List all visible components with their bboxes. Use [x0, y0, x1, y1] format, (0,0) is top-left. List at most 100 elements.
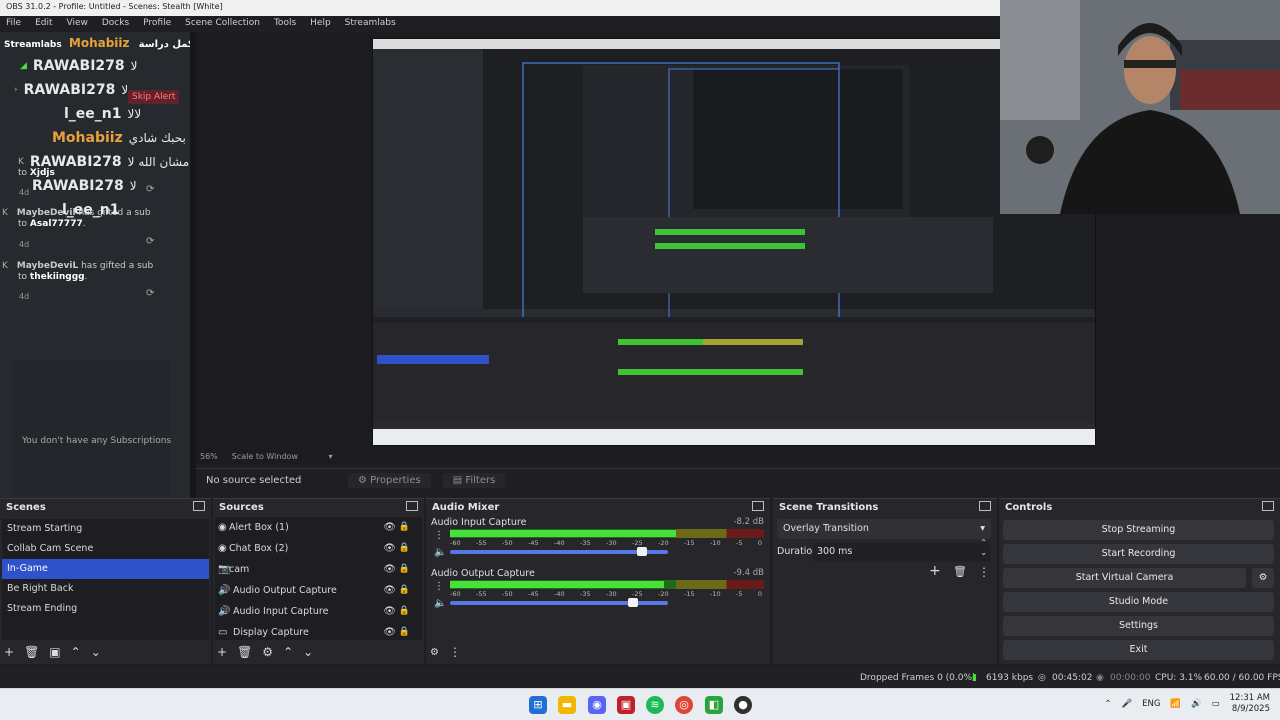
add-icon[interactable]: +	[929, 563, 941, 579]
chevron-up-icon[interactable]: ⌃	[71, 645, 81, 659]
start-recording-button[interactable]: Start Recording	[1003, 544, 1274, 564]
gear-icon[interactable]: ⚙	[262, 645, 273, 659]
menu-tools[interactable]: Tools	[274, 18, 296, 30]
display-capture-preview[interactable]	[372, 38, 1096, 446]
scene-item[interactable]: Collab Cam Scene	[2, 539, 209, 559]
volume-knob[interactable]	[636, 547, 647, 556]
spotify-icon[interactable]: ≋	[646, 696, 664, 714]
meter-tick-label: -55	[476, 539, 487, 547]
eye-icon[interactable]: 👁	[383, 601, 396, 622]
volume-slider[interactable]	[450, 598, 668, 607]
volume-icon[interactable]: 🔊	[1191, 699, 1202, 709]
battery-icon[interactable]: ▭	[1212, 699, 1220, 709]
audio-mixer-dock: Audio Mixer Audio Input Capture -8.2 dB …	[426, 498, 770, 664]
start-virtual-camera-button[interactable]: Start Virtual Camera	[1003, 568, 1246, 588]
scene-item[interactable]: Be Right Back	[2, 579, 209, 599]
scene-item[interactable]: Stream Starting	[2, 519, 209, 539]
chevron-up-icon[interactable]: ⌃	[283, 645, 293, 659]
source-item[interactable]: 🔊 Audio Output Capture 👁 🔒	[215, 580, 422, 601]
exit-button[interactable]: Exit	[1003, 640, 1274, 660]
eye-icon[interactable]: 👁	[383, 622, 396, 643]
properties-button[interactable]: ⚙ Properties	[348, 473, 431, 488]
app-icon[interactable]: ▣	[617, 696, 635, 714]
wifi-icon[interactable]: 📶	[1170, 699, 1181, 709]
chrome-icon[interactable]: ◎	[675, 696, 693, 714]
clock[interactable]: 12:31 AM 8/9/2025	[1230, 693, 1270, 715]
settings-button[interactable]: Settings	[1003, 616, 1274, 636]
scale-mode-select[interactable]: Scale to Window ▾	[232, 452, 333, 461]
obs-icon[interactable]: ●	[734, 696, 752, 714]
kebab-menu-icon[interactable]: ⋮	[434, 530, 444, 541]
replay-icon[interactable]: ⟳	[146, 236, 154, 247]
volume-knob[interactable]	[628, 598, 639, 607]
lock-icon[interactable]: 🔒	[399, 580, 410, 601]
dock-undock-icon[interactable]	[193, 501, 205, 511]
eye-icon[interactable]: 👁	[383, 538, 396, 559]
speaker-icon[interactable]: 🔈	[434, 598, 446, 609]
eye-icon[interactable]: 👁	[383, 517, 396, 538]
transition-select[interactable]: Overlay Transition ▾	[777, 519, 991, 539]
dock-undock-icon[interactable]	[752, 501, 764, 511]
chat-line: › RAWABI278 لا	[14, 82, 128, 98]
menu-streamlabs[interactable]: Streamlabs	[345, 18, 396, 30]
dock-undock-icon[interactable]	[979, 501, 991, 511]
source-item[interactable]: ▭ Display Capture 👁 🔒	[215, 622, 422, 643]
streamlabs-icon[interactable]: ◧	[705, 696, 723, 714]
preview-zoom-bar: 56% Scale to Window ▾	[200, 452, 333, 461]
add-icon[interactable]: +	[4, 645, 14, 659]
studio-mode-button[interactable]: Studio Mode	[1003, 592, 1274, 612]
skip-alert-button[interactable]: Skip Alert	[128, 90, 180, 104]
trash-icon[interactable]: 🗑	[24, 645, 39, 659]
source-item[interactable]: 🔊 Audio Input Capture 👁 🔒	[215, 601, 422, 622]
menu-docks[interactable]: Docks	[102, 18, 129, 30]
menu-view[interactable]: View	[67, 18, 88, 30]
lock-icon[interactable]: 🔒	[399, 601, 410, 622]
source-item[interactable]: ◉ Chat Box (2) 👁 🔒	[215, 538, 422, 559]
chevron-down-icon[interactable]: ⌄	[303, 645, 313, 659]
discord-icon[interactable]: ◉	[588, 696, 606, 714]
add-icon[interactable]: +	[217, 645, 227, 659]
chevron-up-icon[interactable]: ⌃	[1104, 699, 1111, 709]
menu-scene-collection[interactable]: Scene Collection	[185, 18, 260, 30]
chat-message: مشان الله لا	[127, 155, 190, 169]
virtual-camera-settings-button[interactable]: ⚙	[1252, 568, 1274, 588]
source-item[interactable]: ◉ Alert Box (1) 👁 🔒	[215, 517, 422, 538]
scene-item-active[interactable]: In-Game	[2, 559, 209, 579]
scene-item[interactable]: Stream Ending	[2, 599, 209, 619]
menu-profile[interactable]: Profile	[143, 18, 171, 30]
kebab-menu-icon[interactable]: ⋮	[449, 645, 461, 659]
lock-icon[interactable]: 🔒	[399, 517, 410, 538]
windows-start-icon[interactable]: ⊞	[529, 696, 547, 714]
kebab-menu-icon[interactable]: ⋮	[434, 581, 444, 592]
filter-icon[interactable]: ▣	[49, 645, 60, 659]
menu-file[interactable]: File	[6, 18, 21, 30]
replay-icon[interactable]: ⟳	[146, 288, 154, 299]
chevron-right-icon[interactable]: ›	[14, 85, 18, 95]
file-explorer-icon[interactable]: ▬	[558, 696, 576, 714]
lock-icon[interactable]: 🔒	[399, 622, 410, 643]
chevron-down-icon[interactable]: ⌄	[91, 645, 101, 659]
volume-slider[interactable]	[450, 547, 668, 556]
microphone-icon[interactable]: 🎤	[1122, 699, 1133, 709]
replay-icon[interactable]: ⟳	[146, 184, 154, 195]
spinner-icon[interactable]: ⌃ ⌄	[980, 538, 987, 558]
menu-edit[interactable]: Edit	[35, 18, 52, 30]
eye-icon[interactable]: 👁	[383, 580, 396, 601]
dock-undock-icon[interactable]	[406, 501, 418, 511]
filters-button[interactable]: ▤ Filters	[442, 473, 506, 488]
trash-icon[interactable]: 🗑	[953, 565, 967, 578]
subscriptions-box	[12, 360, 170, 496]
gear-icon[interactable]: ⚙	[430, 647, 439, 658]
dock-undock-icon[interactable]	[1262, 501, 1274, 511]
trash-icon[interactable]: 🗑	[237, 645, 252, 659]
lock-icon[interactable]: 🔒	[399, 559, 410, 580]
language-indicator[interactable]: ENG	[1142, 699, 1160, 709]
source-item[interactable]: 📷 cam 👁 🔒	[215, 559, 422, 580]
eye-icon[interactable]: 👁	[383, 559, 396, 580]
speaker-icon[interactable]: 🔈	[434, 547, 446, 558]
menu-help[interactable]: Help	[310, 18, 331, 30]
lock-icon[interactable]: 🔒	[399, 538, 410, 559]
kebab-menu-icon[interactable]: ⋮	[978, 565, 990, 579]
duration-input[interactable]: 300 ms ⌃ ⌄	[813, 538, 991, 562]
stop-streaming-button[interactable]: Stop Streaming	[1003, 520, 1274, 540]
